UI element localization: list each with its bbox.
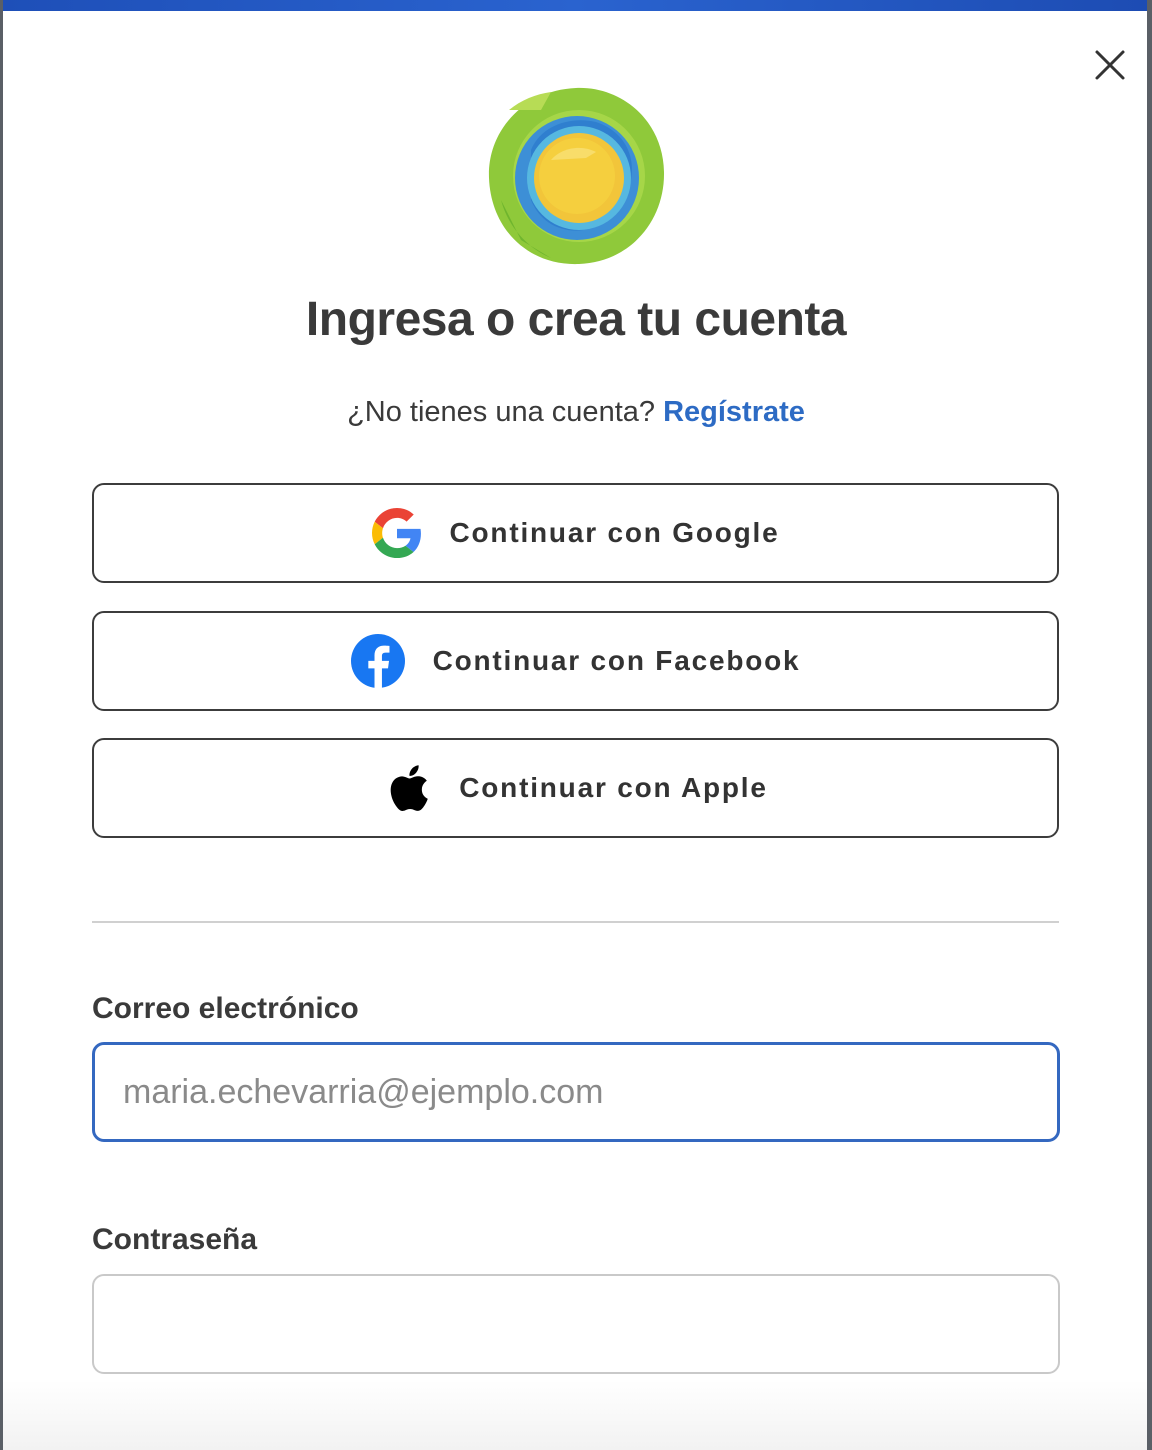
- email-label: Correo electrónico: [92, 992, 359, 1025]
- brand-logo-icon: [488, 87, 665, 265]
- login-modal: Ingresa o crea tu cuenta ¿No tienes una …: [3, 0, 1147, 1450]
- close-button[interactable]: [1091, 46, 1129, 84]
- close-icon: [1095, 50, 1125, 80]
- apple-icon: [383, 761, 431, 815]
- apple-login-button[interactable]: Continuar con Apple: [92, 738, 1059, 838]
- google-login-button[interactable]: Continuar con Google: [92, 483, 1059, 583]
- facebook-icon: [350, 634, 405, 688]
- email-field[interactable]: [92, 1042, 1060, 1142]
- password-label: Contraseña: [92, 1223, 258, 1256]
- facebook-login-button[interactable]: Continuar con Facebook: [92, 611, 1059, 711]
- register-prompt-text: ¿No tienes una cuenta?: [347, 396, 656, 428]
- modal-top-bar: [3, 0, 1147, 11]
- google-icon: [371, 508, 422, 558]
- apple-login-label: Continuar con Apple: [459, 772, 768, 803]
- divider: [92, 921, 1059, 923]
- password-field[interactable]: [92, 1274, 1060, 1374]
- google-login-label: Continuar con Google: [449, 517, 780, 548]
- register-link[interactable]: Regístrate: [663, 396, 805, 428]
- facebook-login-label: Continuar con Facebook: [432, 645, 801, 676]
- register-prompt: ¿No tienes una cuenta? Regístrate: [3, 396, 1147, 429]
- page-title: Ingresa o crea tu cuenta: [305, 293, 847, 346]
- scroll-fade: [3, 1380, 1147, 1450]
